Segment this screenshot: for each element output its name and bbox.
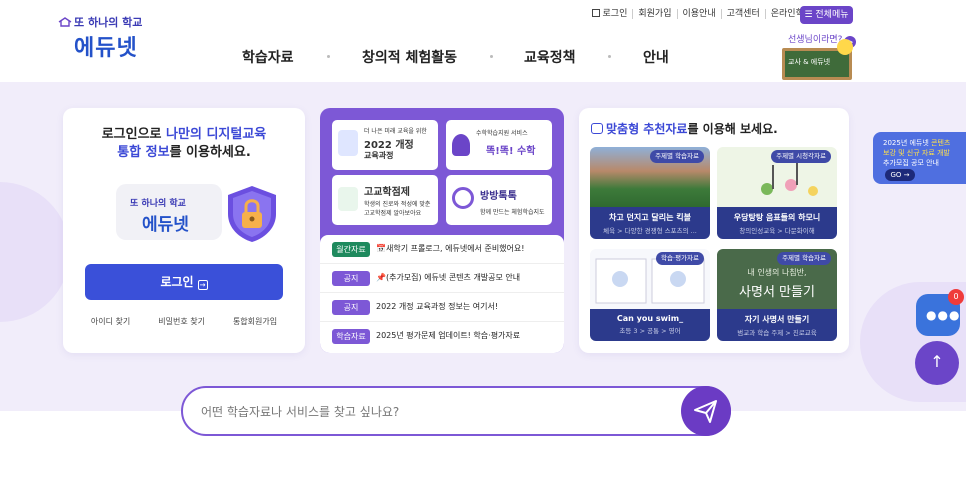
all-menu-button[interactable]: ☰ 전체메뉴	[800, 6, 853, 24]
tile-2022-curriculum[interactable]: 더 나은 미래 교육을 위한 2022 개정 교육과정	[332, 120, 438, 170]
recommend-item-harmony[interactable]: 주제별 시청각자료 우당탕탕 음표들의 하모니 창의인성교육 > 다문화이해	[717, 147, 837, 239]
find-password-link[interactable]: 비밀번호 찾기	[144, 316, 219, 327]
list-item[interactable]: 학습자료 2025년 평가문제 업데이트! 학습·평가자료	[320, 322, 564, 351]
book-icon	[338, 187, 358, 211]
logo-tagline: 또 하나의 학교	[74, 16, 143, 29]
site-logo[interactable]: 또 하나의 학교 에듀넷	[58, 12, 168, 64]
arrow-up-icon: ↑	[930, 352, 944, 371]
recommend-card: 맞춤형 추천자료를 이용해 보세요. 주제별 학습자료 차고 던지고 달리는 킥…	[579, 108, 849, 353]
math-icon	[452, 134, 470, 156]
heart-chat-icon	[591, 123, 603, 134]
login-links: 아이디 찾기 비밀번호 찾기 통합회원가입	[63, 316, 305, 327]
signup-link[interactable]: 통합회원가입	[219, 316, 291, 327]
teacher-board-image[interactable]: 교사 & 에듀넷	[782, 39, 853, 80]
login-arrow-icon: →	[197, 280, 208, 290]
edunet-logo-box: 또 하나의 학교 에듀넷	[116, 184, 222, 240]
logo-name: 에듀넷	[74, 36, 138, 61]
scroll-top-button[interactable]: ↑	[915, 341, 959, 385]
nav-creative-activities[interactable]: 창의적 체험활동	[362, 47, 457, 67]
util-guide[interactable]: 이용안내	[676, 9, 721, 19]
login-card: 로그인으로 나만의 디지털교육 통합 정보를 이용하세요. 또 하나의 학교 에…	[63, 108, 305, 353]
services-card: 더 나은 미래 교육을 위한 2022 개정 교육과정 수학학습지원 서비스 똑…	[320, 108, 564, 353]
tile-math[interactable]: 수학학습지원 서비스 똑!똑! 수학	[446, 120, 552, 170]
search-bar	[181, 386, 731, 436]
recommend-item-mission-statement[interactable]: 내 인생의 나침반, 사명서 만들기 주제별 학습자료 자기 사명서 만들기 범교…	[717, 249, 837, 341]
list-item[interactable]: 월간자료 📅새학기 프롤로그, 에듀넷에서 준비했어요!	[320, 235, 564, 264]
util-login[interactable]: 로그인	[587, 9, 633, 19]
recommend-item-can-you-swim[interactable]: 학습·평가자료 Can you swim_ 초등 3 > 공통 > 영어	[590, 249, 710, 341]
list-item[interactable]: 공지 📌(추가모집) 에듀넷 콘텐츠 개발공모 안내	[320, 264, 564, 293]
calendar-icon	[338, 130, 358, 156]
chat-count-badge: 0	[948, 289, 964, 305]
find-id-link[interactable]: 아이디 찾기	[77, 316, 144, 327]
list-item[interactable]: 공지 2022 개정 교육과정 정보는 여기서!	[320, 293, 564, 322]
pin-icon: 📌	[376, 273, 386, 282]
calendar-icon: 📅	[376, 244, 386, 253]
tile-credit-system[interactable]: 고교학점제 학생의 진로와 적성에 맞춘 고교학점제 알아보아요	[332, 175, 438, 225]
chatbot-button[interactable]: ●●● 0	[916, 289, 964, 336]
login-message: 로그인으로 나만의 디지털교육 통합 정보를 이용하세요.	[101, 127, 267, 160]
lightbulb-icon	[837, 39, 853, 55]
paper-plane-icon	[694, 400, 717, 423]
tile-bangbang-toktok[interactable]: 방방톡톡 함께 만드는 체험학습지도	[446, 175, 552, 225]
notice-list: 월간자료 📅새학기 프롤로그, 에듀넷에서 준비했어요! 공지 📌(추가모집) …	[320, 235, 564, 353]
house-icon	[58, 17, 72, 27]
recommend-item-kickball[interactable]: 주제별 학습자료 차고 던지고 달리는 킥볼 체육 > 다양한 경쟁형 스포츠의 …	[590, 147, 710, 239]
side-banner[interactable]: 2025년 에듀넷 콘텐츠 보강 및 신규 자료 개발 추가모집 공모 안내 G…	[873, 132, 966, 184]
nav-info[interactable]: 안내	[643, 47, 669, 67]
banner-go-button[interactable]: GO →	[885, 169, 915, 181]
nav-education-policy[interactable]: 교육정책	[524, 47, 576, 67]
login-button[interactable]: 로그인 →	[85, 264, 283, 300]
shield-lock-icon	[228, 186, 276, 242]
compass-icon	[452, 187, 474, 209]
search-submit-button[interactable]	[681, 386, 731, 436]
login-icon	[591, 9, 600, 17]
util-signup[interactable]: 회원가입	[632, 9, 676, 19]
recommend-heading: 맞춤형 추천자료를 이용해 보세요.	[591, 120, 778, 137]
chat-icon: ●●●	[926, 308, 961, 322]
search-input[interactable]	[201, 400, 661, 424]
nav-learning-materials[interactable]: 학습자료	[242, 47, 294, 67]
site-header: 또 하나의 학교 에듀넷 로그인 회원가입 이용안내 고객센터 온라인학습서비스…	[0, 0, 966, 82]
util-support[interactable]: 고객센터	[720, 9, 765, 19]
